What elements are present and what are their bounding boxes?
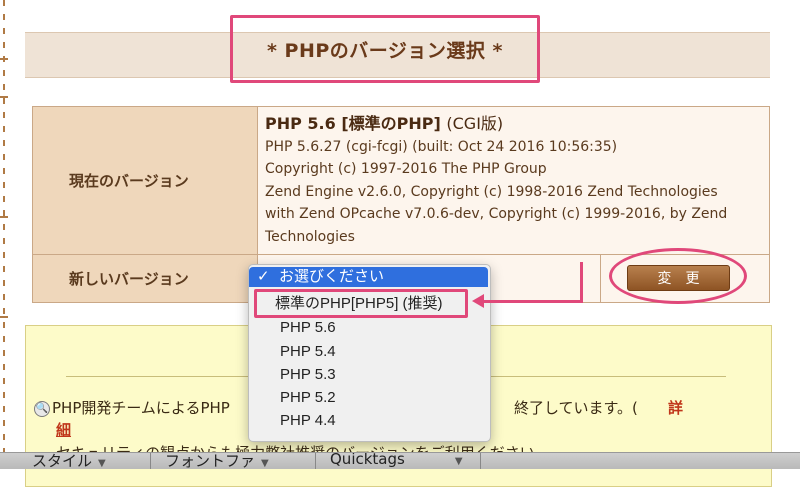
- current-version-info: PHP 5.6 [標準のPHP] (CGI版) PHP 5.6.27 (cgi-…: [257, 106, 770, 255]
- version-line: PHP 5.6.27 (cgi-fcgi) (built: Oct 24 201…: [265, 138, 618, 155]
- border-tick: [0, 96, 8, 98]
- dropdown-option-php53[interactable]: PHP 5.3: [280, 366, 336, 383]
- title-highlight: * PHPのバージョン選択 *: [230, 15, 540, 83]
- version-line: with Zend OPcache v7.0.6-dev, Copyright …: [265, 206, 728, 222]
- dropdown-option-php54[interactable]: PHP 5.4: [280, 343, 336, 360]
- notice-text-start: PHP開発チームによるPHP: [52, 399, 230, 417]
- style-label: スタイル: [32, 452, 93, 469]
- annotation-arrow-stem: [580, 262, 583, 303]
- annotation-arrow-head: [472, 294, 484, 308]
- selected-label: お選びください: [279, 268, 385, 285]
- dropdown-option-php52[interactable]: PHP 5.2: [280, 389, 336, 406]
- change-button[interactable]: 変更: [627, 265, 730, 291]
- toolbar-separator: [315, 453, 316, 469]
- chevron-down-icon: ▼: [454, 456, 463, 467]
- border-tick: [0, 58, 8, 60]
- detail-link[interactable]: 詳: [668, 397, 683, 418]
- annotation-arrow-line: [482, 300, 582, 303]
- dashed-border: [3, 0, 5, 468]
- version-head-suffix: (CGI版): [446, 114, 504, 133]
- quicktags-label: Quicktags: [330, 452, 405, 468]
- dropdown-selected-item[interactable]: ✓ お選びください: [249, 267, 488, 287]
- detail-link-continued[interactable]: 細: [56, 419, 71, 440]
- option-highlight-box: [254, 289, 468, 318]
- page-title: * PHPのバージョン選択 *: [267, 39, 503, 62]
- editor-toolbar: スタイル ▼ フォントファ ▼ Quicktags ▼: [0, 452, 800, 469]
- current-version-row: 現在のバージョン PHP 5.6 [標準のPHP] (CGI版) PHP 5.6…: [32, 106, 770, 255]
- checkmark-icon: ✓: [257, 268, 270, 285]
- version-line: Copyright (c) 1997-2016 The PHP Group: [265, 161, 547, 177]
- notice-text-end: 終了しています。(: [514, 399, 638, 417]
- toolbar-separator: [480, 453, 481, 469]
- notice-line-1: 🔍 PHP開発チームによるPHP: [34, 397, 230, 418]
- font-select[interactable]: フォントファ ▼: [165, 452, 269, 469]
- toolbar-separator: [150, 453, 151, 469]
- font-label: フォントファ: [165, 452, 256, 469]
- dropdown-option-php56[interactable]: PHP 5.6: [280, 319, 336, 336]
- version-line: Technologies: [265, 228, 355, 245]
- border-tick: [0, 316, 8, 318]
- chevron-down-icon: ▼: [98, 458, 106, 469]
- dropdown-option-php44[interactable]: PHP 4.4: [280, 412, 336, 429]
- current-version-head: PHP 5.6 [標準のPHP] (CGI版): [265, 113, 761, 136]
- chevron-down-icon: ▼: [261, 458, 269, 469]
- new-version-label: 新しいバージョン: [32, 254, 258, 303]
- style-select[interactable]: スタイル ▼: [32, 452, 106, 469]
- quicktags-select[interactable]: Quicktags ▼: [330, 452, 463, 468]
- border-tick: [0, 216, 8, 218]
- current-version-label: 現在のバージョン: [32, 106, 258, 255]
- version-line: Zend Engine v2.6.0, Copyright (c) 1998-2…: [265, 183, 718, 200]
- search-icon: 🔍: [34, 400, 50, 417]
- version-head-text: PHP 5.6 [標準のPHP]: [265, 114, 441, 133]
